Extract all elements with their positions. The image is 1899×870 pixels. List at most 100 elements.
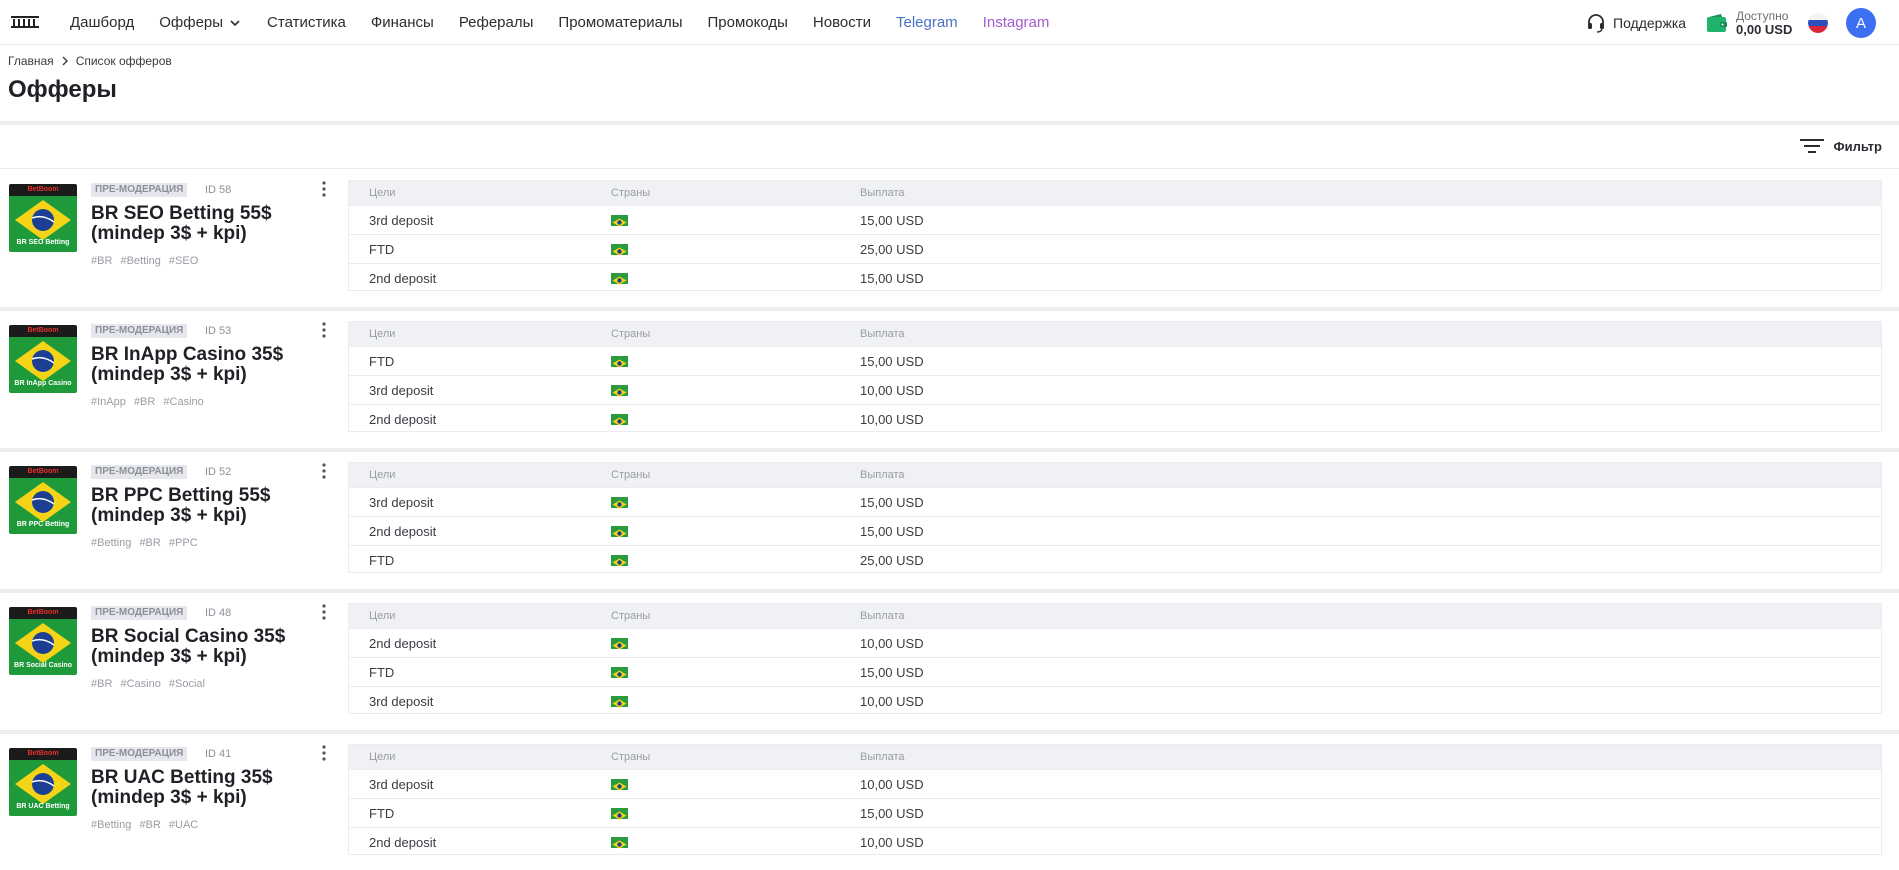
more-vertical-icon[interactable] — [318, 744, 330, 762]
brazil-flag-icon — [611, 497, 628, 509]
image-caption: BR PPC Betting — [16, 521, 70, 528]
payout-cell: 15,00 USD — [860, 354, 924, 369]
offer-card: BetBoom BR Social Casino ПРЕ-МОДЕРАЦИЯ I… — [0, 592, 1899, 732]
nav-item-finances[interactable]: Финансы — [371, 14, 434, 31]
offer-title[interactable]: BR InApp Casino 35$ (mindep 3$ + kpi) — [91, 345, 331, 385]
nav-item-telegram[interactable]: Telegram — [896, 14, 958, 31]
payout-cell: 15,00 USD — [860, 495, 924, 510]
offer-tags: #Betting #BR #PPC — [91, 537, 203, 549]
image-caption: BR Social Casino — [14, 662, 72, 669]
offer-title[interactable]: BR PPC Betting 55$ (mindep 3$ + kpi) — [91, 486, 331, 526]
offer-image[interactable]: BetBoom BR Social Casino — [9, 607, 77, 675]
offer-title[interactable]: BR SEO Betting 55$ (mindep 3$ + kpi) — [91, 204, 331, 244]
nav-item-dashboard[interactable]: Дашборд — [70, 14, 134, 31]
balance-text: Доступно 0,00 USD — [1736, 10, 1792, 37]
table-header: Цели Страны Выплата — [349, 745, 1881, 769]
tag[interactable]: #Betting — [91, 819, 131, 831]
goals-table: Цели Страны Выплата 2nd deposit 10,00 US… — [348, 603, 1882, 714]
offer-image[interactable]: BetBoom BR PPC Betting — [9, 466, 77, 534]
table-row: 2nd deposit 15,00 USD — [349, 263, 1881, 292]
table-row: FTD 25,00 USD — [349, 234, 1881, 263]
nav-item-promo-materials[interactable]: Промоматериалы — [558, 14, 682, 31]
filter-button[interactable]: Фильтр — [1799, 136, 1882, 156]
table-row: 2nd deposit 15,00 USD — [349, 516, 1881, 545]
russia-flag-icon[interactable] — [1808, 13, 1828, 33]
offer-image[interactable]: BetBoom BR InApp Casino — [9, 325, 77, 393]
goal-cell: FTD — [369, 354, 395, 369]
avatar[interactable]: A — [1846, 8, 1876, 38]
tag[interactable]: #Casino — [163, 396, 203, 408]
table-row: FTD 25,00 USD — [349, 545, 1881, 574]
header-goals: Цели — [369, 751, 396, 763]
offer-id: ID 58 — [205, 184, 232, 196]
tag[interactable]: #BR — [139, 537, 160, 549]
header-countries: Страны — [611, 751, 651, 763]
goal-cell: FTD — [369, 242, 395, 257]
brazil-flag-icon — [611, 555, 628, 567]
tag[interactable]: #BR — [91, 678, 112, 690]
brazil-flag-icon — [611, 667, 628, 679]
more-vertical-icon[interactable] — [318, 180, 330, 198]
tag[interactable]: #Casino — [120, 678, 160, 690]
goal-cell: 3rd deposit — [369, 383, 434, 398]
table-row: FTD 15,00 USD — [349, 657, 1881, 686]
header-payout: Выплата — [860, 469, 905, 481]
tag[interactable]: #PPC — [169, 537, 198, 549]
nav-item-referrals[interactable]: Рефералы — [459, 14, 534, 31]
nav-label: Финансы — [370, 14, 434, 31]
tag[interactable]: #Betting — [120, 255, 160, 267]
filter-icon — [1800, 139, 1825, 153]
offer-title[interactable]: BR Social Casino 35$ (mindep 3$ + kpi) — [91, 627, 331, 667]
nav-item-news[interactable]: Новости — [813, 14, 871, 31]
table-header: Цели Страны Выплата — [349, 604, 1881, 628]
brazil-flag-icon — [611, 356, 628, 368]
offer-image[interactable]: BetBoom BR SEO Betting — [9, 184, 77, 252]
breadcrumb-home[interactable]: Главная — [8, 54, 54, 68]
tag[interactable]: #SEO — [169, 255, 198, 267]
main-nav: Дашборд Офферы Статистика Финансы Рефера… — [70, 0, 1074, 45]
tag[interactable]: #BR — [139, 819, 160, 831]
brand-label: BetBoom — [9, 184, 77, 196]
nav-item-statistics[interactable]: Статистика — [267, 14, 346, 31]
nav-item-promo-codes[interactable]: Промокоды — [708, 14, 788, 31]
tag[interactable]: #Social — [169, 678, 205, 690]
brazil-flag-icon — [611, 638, 628, 650]
brand-label: BetBoom — [9, 748, 77, 760]
brazil-flag-icon — [611, 215, 628, 227]
tag[interactable]: #BR — [134, 396, 155, 408]
offer-tags: #InApp #BR #Casino — [91, 396, 209, 408]
tag[interactable]: #Betting — [91, 537, 131, 549]
more-vertical-icon[interactable] — [318, 603, 330, 621]
offer-id: ID 53 — [205, 325, 232, 337]
nav-item-instagram[interactable]: Instagram — [983, 14, 1050, 31]
nav-item-offers[interactable]: Офферы — [159, 14, 242, 31]
nav-label: Промокоды — [707, 14, 788, 31]
tag[interactable]: #InApp — [91, 396, 126, 408]
goals-table: Цели Страны Выплата 3rd deposit 10,00 US… — [348, 744, 1882, 855]
more-vertical-icon[interactable] — [318, 462, 330, 480]
nav-label: Instagram — [982, 14, 1050, 31]
tag[interactable]: #BR — [91, 255, 112, 267]
header-payout: Выплата — [860, 187, 905, 199]
header-goals: Цели — [369, 328, 396, 340]
nav-label: Промоматериалы — [558, 14, 683, 31]
tag[interactable]: #UAC — [169, 819, 198, 831]
offer-image[interactable]: BetBoom BR UAC Betting — [9, 748, 77, 816]
payout-cell: 10,00 USD — [860, 383, 924, 398]
goal-cell: 3rd deposit — [369, 777, 434, 792]
brazil-flag-icon — [611, 696, 628, 708]
payout-cell: 25,00 USD — [860, 242, 924, 257]
offer-title[interactable]: BR UAC Betting 35$ (mindep 3$ + kpi) — [91, 768, 331, 808]
logo-icon[interactable] — [10, 13, 40, 29]
image-caption: BR InApp Casino — [14, 380, 72, 387]
support-button[interactable]: Поддержка — [1586, 0, 1686, 45]
more-vertical-icon[interactable] — [318, 321, 330, 339]
offer-id: ID 41 — [205, 748, 232, 760]
payout-cell: 10,00 USD — [860, 694, 924, 709]
top-header: Дашборд Офферы Статистика Финансы Рефера… — [0, 0, 1899, 45]
goal-cell: 2nd deposit — [369, 271, 437, 286]
chevron-right-icon — [62, 56, 68, 66]
headset-icon — [1588, 13, 1604, 33]
balance-widget[interactable]: Доступно 0,00 USD — [1706, 8, 1792, 38]
header-countries: Страны — [611, 469, 651, 481]
